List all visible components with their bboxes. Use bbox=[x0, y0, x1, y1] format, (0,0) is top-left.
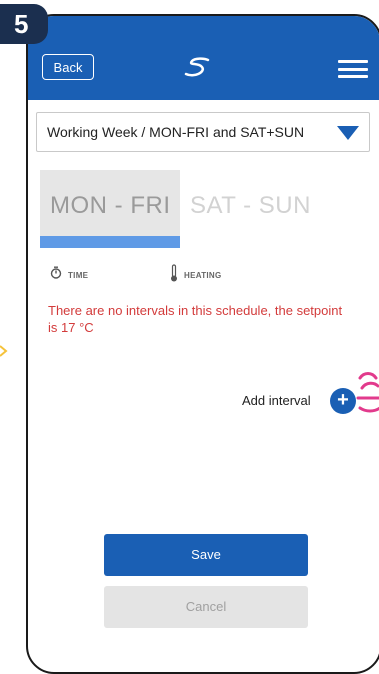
step-number-badge: 5 bbox=[0, 4, 48, 44]
schedule-select[interactable]: Working Week / MON-FRI and SAT+SUN bbox=[36, 112, 370, 152]
heating-column-header: HEATING bbox=[170, 264, 222, 287]
thermometer-icon bbox=[170, 264, 178, 287]
stopwatch-icon bbox=[50, 266, 62, 284]
back-button[interactable]: Back bbox=[42, 54, 94, 80]
save-button[interactable]: Save bbox=[104, 534, 308, 576]
time-column-label: TIME bbox=[68, 270, 89, 280]
brand-logo-icon bbox=[180, 56, 214, 85]
add-interval-label[interactable]: Add interval bbox=[242, 393, 311, 408]
cancel-button[interactable]: Cancel bbox=[104, 586, 308, 628]
triangle-down-icon bbox=[337, 126, 359, 145]
heating-column-label: HEATING bbox=[184, 271, 222, 280]
tab-mon-fri[interactable]: MON - FRI bbox=[40, 170, 180, 248]
time-column-header: TIME bbox=[50, 266, 88, 284]
pointing-hand-icon bbox=[342, 370, 379, 423]
arrow-indicator-icon bbox=[0, 344, 10, 363]
active-tab-indicator bbox=[40, 236, 180, 248]
schedule-select-value: Working Week / MON-FRI and SAT+SUN bbox=[47, 124, 305, 140]
empty-schedule-message: There are no intervals in this schedule,… bbox=[48, 303, 343, 335]
phone-frame: Back Working Week / MON-FRI and SAT+SUN … bbox=[26, 14, 379, 674]
tab-sat-sun-label: SAT - SUN bbox=[190, 192, 311, 219]
day-tabs: MON - FRI SAT - SUN bbox=[40, 170, 360, 248]
tab-sat-sun[interactable]: SAT - SUN bbox=[190, 170, 360, 248]
tab-mon-fri-label: MON - FRI bbox=[50, 192, 171, 219]
hamburger-menu-icon[interactable] bbox=[338, 60, 368, 78]
app-header: Back bbox=[28, 16, 379, 100]
